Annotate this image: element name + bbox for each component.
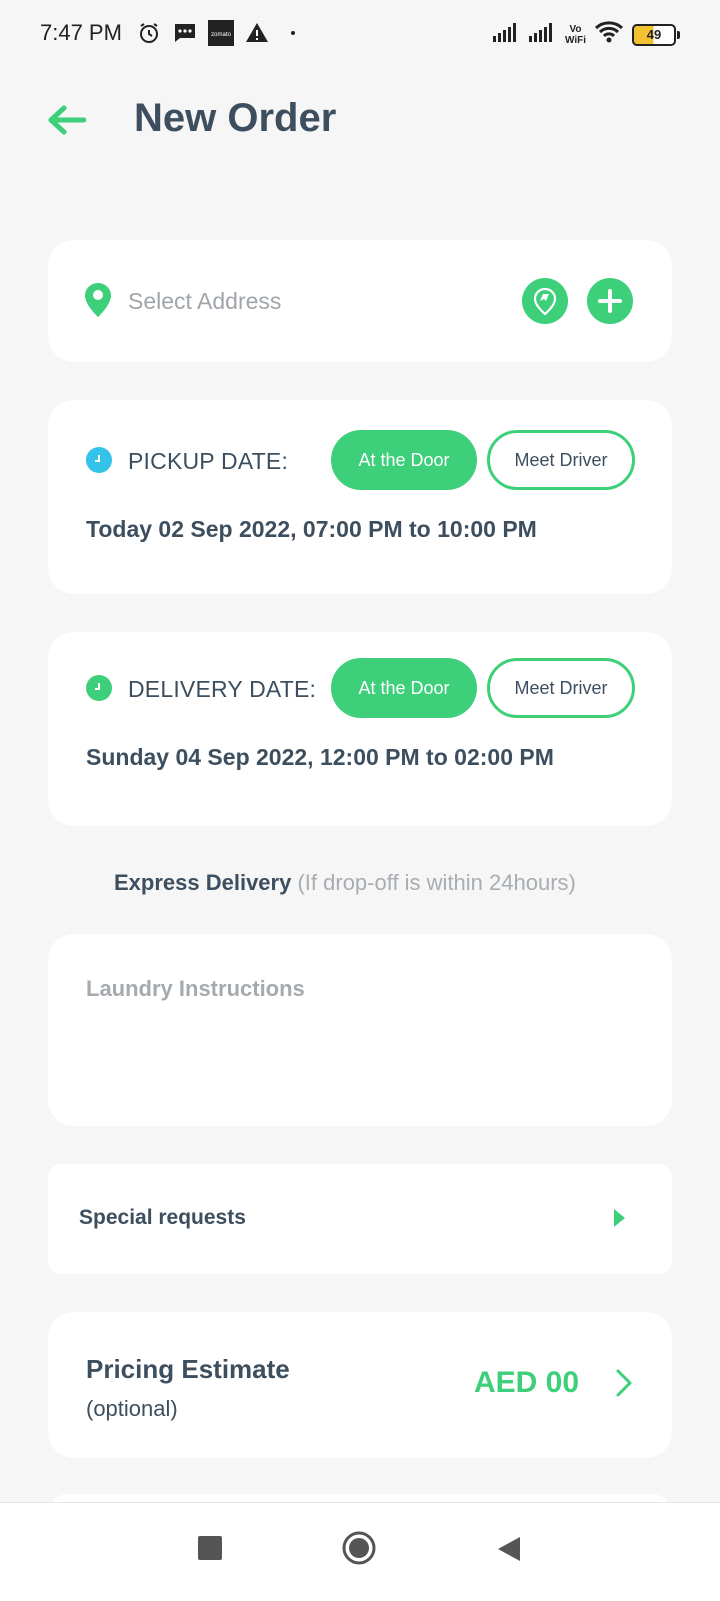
delivery-at-door-button[interactable]: At the Door <box>331 658 477 718</box>
chevron-right-icon <box>614 1368 634 1403</box>
svg-text:zomato: zomato <box>211 32 231 38</box>
laundry-instructions-placeholder: Laundry Instructions <box>86 976 305 1001</box>
pickup-date-value[interactable]: Today 02 Sep 2022, 07:00 PM to 10:00 PM <box>86 516 537 543</box>
home-button[interactable] <box>341 1530 377 1566</box>
battery-icon: 49 <box>632 23 680 46</box>
message-icon <box>172 20 198 46</box>
clock-icon <box>86 675 112 701</box>
caret-right-icon <box>612 1208 626 1233</box>
pickup-meet-driver-button[interactable]: Meet Driver <box>487 430 635 490</box>
delivery-date-label: DELIVERY DATE: <box>128 676 317 702</box>
status-time: 7:47 PM <box>40 20 122 45</box>
zomato-icon: zomato <box>208 20 234 46</box>
current-location-button[interactable] <box>522 278 568 324</box>
pickup-date-label: PICKUP DATE: <box>128 448 289 474</box>
page-title: New Order <box>134 96 337 140</box>
location-pin-icon <box>84 282 112 323</box>
pricing-amount: AED 00 <box>474 1366 580 1399</box>
express-delivery-note: Express Delivery (If drop-off is within … <box>114 870 576 896</box>
special-requests-row[interactable]: Special requests <box>48 1164 672 1274</box>
status-icons-right: Vo WiFi 49 <box>492 20 680 49</box>
wifi-icon <box>594 20 624 49</box>
delivery-date-card: DELIVERY DATE: At the Door Meet Driver S… <box>48 632 672 826</box>
pricing-estimate-title: Pricing Estimate <box>86 1354 290 1384</box>
pickup-at-door-button[interactable]: At the Door <box>331 430 477 490</box>
alarm-icon <box>136 20 162 46</box>
pickup-date-card: PICKUP DATE: At the Door Meet Driver Tod… <box>48 400 672 594</box>
dot-icon <box>280 20 306 46</box>
pricing-estimate-card[interactable]: Pricing Estimate (optional) AED 00 <box>48 1312 672 1458</box>
back-button[interactable] <box>44 98 88 142</box>
express-delivery-title: Express Delivery <box>114 870 292 895</box>
pricing-estimate-subtitle: (optional) <box>86 1396 178 1421</box>
arrow-left-icon <box>48 105 86 135</box>
address-card[interactable]: Select Address <box>48 240 672 362</box>
laundry-instructions-field[interactable]: Laundry Instructions <box>48 934 672 1126</box>
system-back-button[interactable] <box>494 1534 524 1564</box>
delivery-meet-driver-button[interactable]: Meet Driver <box>487 658 635 718</box>
navigation-pin-icon <box>533 287 557 316</box>
signal-icon <box>492 22 521 47</box>
status-icons-left: zomato <box>136 20 306 46</box>
plus-icon <box>598 289 622 313</box>
home-circle-icon <box>342 1531 376 1565</box>
recent-apps-button[interactable] <box>198 1536 222 1560</box>
warning-icon <box>244 20 270 46</box>
vowifi-icon: Vo WiFi <box>564 23 586 46</box>
triangle-back-icon <box>498 1537 520 1561</box>
express-delivery-hint: (If drop-off is within 24hours) <box>297 870 576 895</box>
add-address-button[interactable] <box>587 278 633 324</box>
select-address-field[interactable]: Select Address <box>128 288 281 315</box>
delivery-date-value[interactable]: Sunday 04 Sep 2022, 12:00 PM to 02:00 PM <box>86 744 554 771</box>
clock-icon <box>86 447 112 473</box>
signal-icon-2 <box>528 22 557 47</box>
special-requests-label: Special requests <box>79 1206 246 1229</box>
